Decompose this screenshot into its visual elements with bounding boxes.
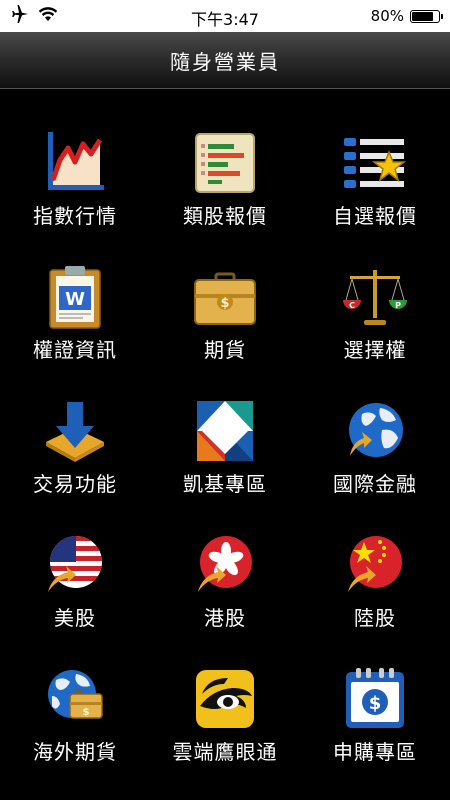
us-flag-icon	[42, 532, 108, 598]
menu-item-trading[interactable]: 交易功能	[0, 356, 150, 496]
kgi-logo-icon	[192, 398, 258, 464]
watchlist-star-icon	[342, 130, 408, 196]
menu-item-warrant-info[interactable]: W 權證資訊	[0, 222, 150, 362]
svg-text:$: $	[369, 693, 382, 714]
menu-item-futures[interactable]: $ 期貨	[150, 222, 300, 362]
menu-item-options[interactable]: C P 選擇權	[300, 222, 450, 362]
warrant-document-icon: W	[42, 264, 108, 330]
page-title: 隨身營業員	[170, 49, 280, 74]
index-chart-icon	[42, 130, 108, 196]
battery-icon	[410, 9, 443, 23]
eagle-eye-icon	[192, 666, 258, 732]
globe-icon	[342, 398, 408, 464]
menu-item-subscription[interactable]: $ 申購專區	[300, 624, 450, 764]
svg-text:P: P	[395, 301, 401, 310]
menu-item-china-stocks[interactable]: 陸股	[300, 490, 450, 630]
menu-item-label: 海外期貨	[33, 740, 117, 764]
menu-item-label: 申購專區	[333, 740, 417, 764]
svg-text:W: W	[65, 289, 85, 310]
menu-item-kgi-zone[interactable]: 凱基專區	[150, 356, 300, 496]
menu-item-index-quotes[interactable]: 指數行情	[0, 88, 150, 228]
futures-briefcase-icon: $	[192, 264, 258, 330]
menu-item-watchlist[interactable]: 自選報價	[300, 88, 450, 228]
sector-bars-icon	[192, 130, 258, 196]
status-bar: 下午3:47 80%	[0, 0, 450, 32]
menu-item-label: 雲端鷹眼通	[172, 740, 278, 764]
svg-text:$: $	[220, 296, 229, 311]
svg-text:C: C	[349, 301, 355, 310]
battery-percent: 80%	[370, 7, 404, 25]
subscription-calendar-icon: $	[342, 666, 408, 732]
menu-item-hk-stocks[interactable]: 港股	[150, 490, 300, 630]
menu-item-overseas-futures[interactable]: $ 海外期貨	[0, 624, 150, 764]
hk-flag-icon	[192, 532, 258, 598]
menu-item-sector-quotes[interactable]: 類股報價	[150, 88, 300, 228]
menu-item-international-finance[interactable]: 國際金融	[300, 356, 450, 496]
trade-download-icon	[42, 398, 108, 464]
nav-bar: 隨身營業員	[0, 32, 450, 89]
svg-text:$: $	[83, 707, 90, 718]
china-flag-icon	[342, 532, 408, 598]
overseas-futures-icon: $	[42, 666, 108, 732]
menu-item-us-stocks[interactable]: 美股	[0, 490, 150, 630]
options-scale-icon: C P	[342, 264, 408, 330]
status-right: 80%	[370, 5, 443, 27]
menu-item-cloud-eagle-eye[interactable]: 雲端鷹眼通	[150, 624, 300, 764]
